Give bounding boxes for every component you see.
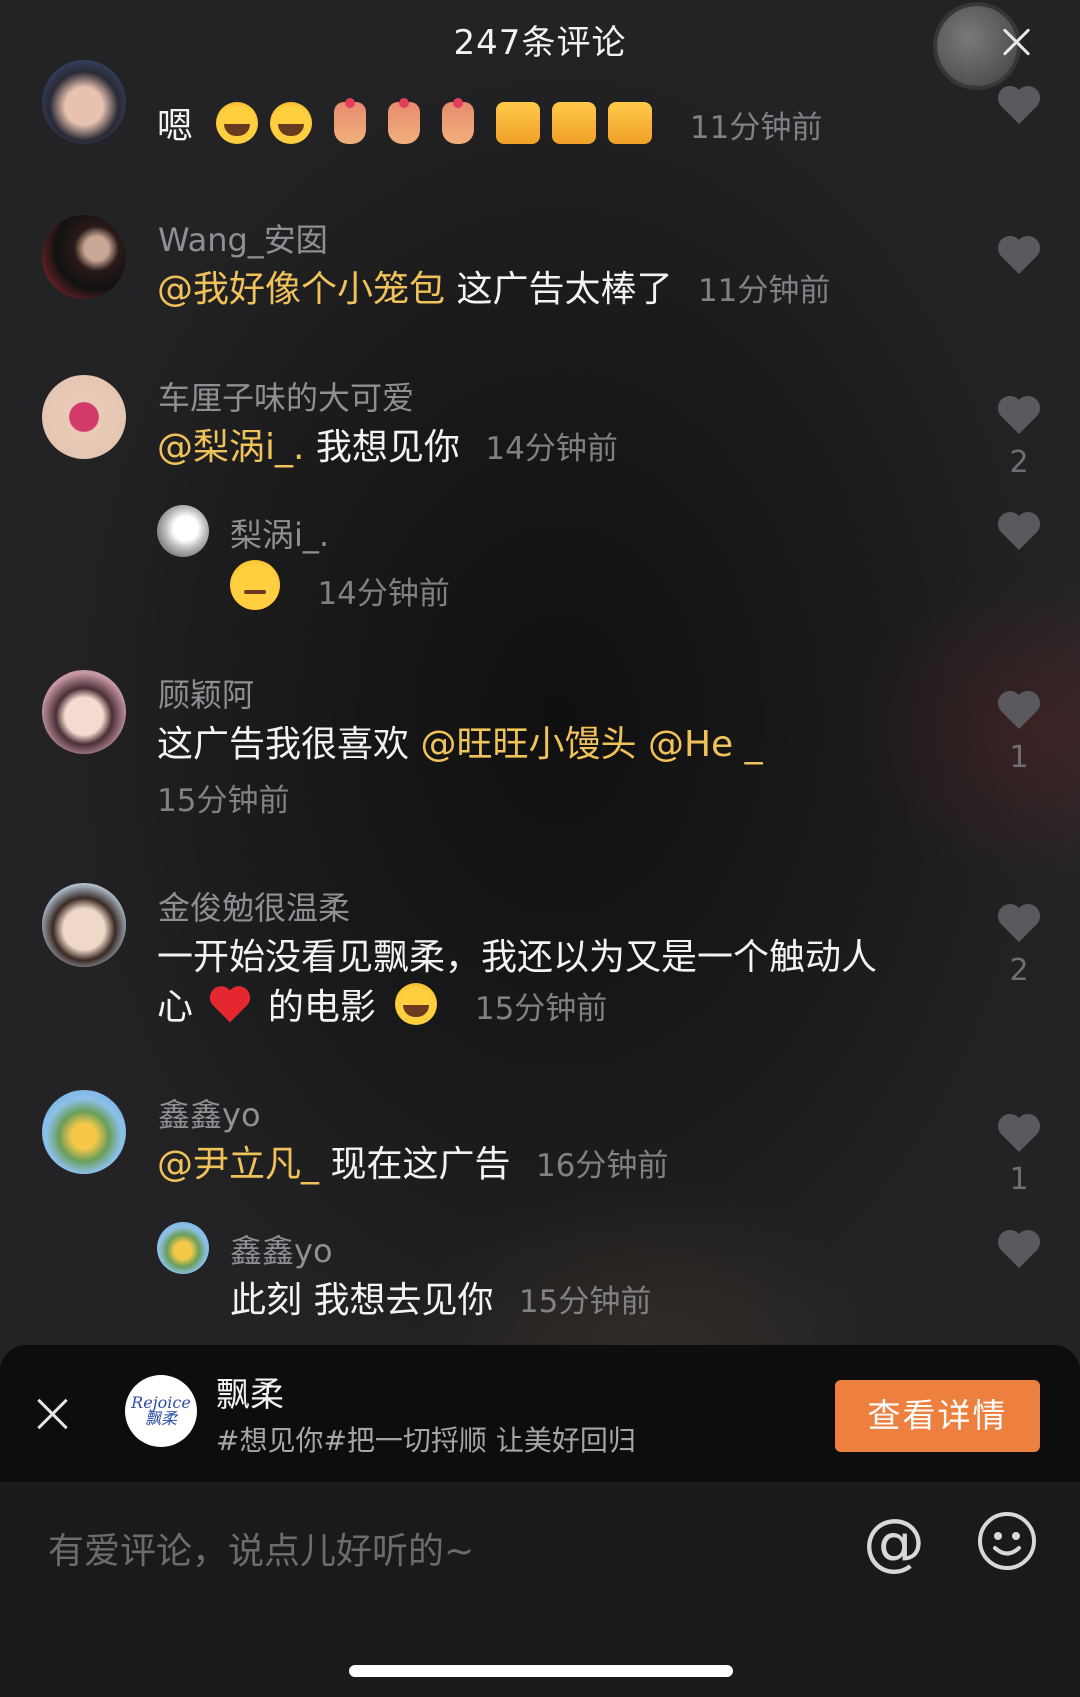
smirking-face-icon bbox=[230, 560, 280, 610]
heart-icon[interactable] bbox=[995, 687, 1043, 731]
hand-with-heart-icon bbox=[442, 98, 475, 144]
ad-brand-name[interactable]: 飘柔 bbox=[216, 1367, 284, 1416]
hand-with-heart-icon bbox=[388, 98, 421, 144]
comment-text: 嗯 11分钟前 bbox=[157, 98, 823, 153]
comment-input[interactable]: 有爱评论，说点儿好听的~ bbox=[48, 1522, 474, 1574]
reply-text: 14分钟前 bbox=[230, 560, 450, 619]
ad-banner[interactable]: Rejoice 飘柔 飘柔 #想见你#把一切捋顺 让美好回归 查看详情 bbox=[0, 1345, 1080, 1482]
heart-icon[interactable] bbox=[995, 82, 1043, 126]
commenter-name[interactable]: 金俊勉很温柔 bbox=[158, 883, 350, 929]
heart-icon[interactable] bbox=[995, 392, 1043, 436]
avatar[interactable] bbox=[42, 1090, 126, 1174]
comment-text: @梨涡i_. 我想见你 14分钟前 bbox=[157, 423, 618, 474]
avatar[interactable] bbox=[42, 670, 126, 754]
like-count: 2 bbox=[1009, 445, 1029, 480]
reply-time: 15分钟前 bbox=[518, 1284, 652, 1320]
comment-text-body: 我想见你 bbox=[315, 427, 460, 468]
comment-text: 一开始没看见飘柔，我还以为又是一个触动人 bbox=[157, 937, 878, 978]
comment-text: 这广告我很喜欢 @旺旺小馒头 @He _ bbox=[157, 720, 763, 770]
close-icon[interactable] bbox=[997, 22, 1037, 62]
comment-text-body: 的电影 bbox=[267, 987, 376, 1028]
commenter-name[interactable]: 车厘子味的大可爱 bbox=[158, 373, 414, 419]
reply-time: 14分钟前 bbox=[317, 576, 450, 612]
avatar[interactable] bbox=[42, 883, 126, 967]
comment-time: 15分钟前 bbox=[157, 783, 290, 819]
comment-text-body: 嗯 bbox=[157, 106, 194, 147]
at-mention-icon[interactable]: @ bbox=[860, 1508, 928, 1576]
commenter-name[interactable]: 鑫鑫yo bbox=[158, 1090, 261, 1136]
brand-logo[interactable]: Rejoice 飘柔 bbox=[125, 1375, 197, 1447]
comment-text-body: 这广告我很喜欢 bbox=[157, 724, 410, 765]
comment-time: 11分钟前 bbox=[689, 110, 823, 146]
avatar[interactable] bbox=[42, 375, 126, 459]
comment-text-body: 现在这广告 bbox=[330, 1144, 511, 1185]
like-count: 1 bbox=[1009, 1162, 1029, 1197]
reply-avatar[interactable] bbox=[157, 505, 209, 557]
mention-link[interactable]: @He _ bbox=[648, 724, 763, 765]
brand-logo-text: Rejoice 飘柔 bbox=[131, 1393, 191, 1428]
heart-icon[interactable] bbox=[995, 1110, 1043, 1154]
reply-text: 此刻 我想去见你 15分钟前 bbox=[230, 1276, 651, 1327]
reply-avatar[interactable] bbox=[157, 1222, 209, 1274]
heart-icon[interactable] bbox=[995, 900, 1043, 944]
ad-description: #想见你#把一切捋顺 让美好回归 bbox=[216, 1424, 636, 1457]
reply-text-body: 此刻 我想去见你 bbox=[230, 1280, 494, 1321]
thumbs-up-icon bbox=[496, 102, 541, 144]
comment-input-bar: 有爱评论，说点儿好听的~ @ bbox=[0, 1482, 1080, 1697]
red-heart-icon bbox=[210, 986, 251, 1023]
hand-with-heart-icon bbox=[334, 98, 367, 144]
comment-text-line2: 心 的电影 15分钟前 bbox=[157, 983, 607, 1034]
home-indicator[interactable] bbox=[349, 1665, 733, 1677]
mention-link[interactable]: @我好像个小笼包 bbox=[157, 269, 445, 310]
commenter-name[interactable]: 顾颖阿 bbox=[158, 670, 254, 716]
ad-close-icon[interactable] bbox=[36, 1397, 70, 1431]
heart-icon[interactable] bbox=[995, 232, 1043, 276]
comment-time: 16分钟前 bbox=[535, 1148, 669, 1184]
view-details-button[interactable]: 查看详情 bbox=[835, 1380, 1040, 1452]
face-with-tears-of-joy-icon bbox=[395, 983, 438, 1025]
mention-link[interactable]: @梨涡i_. bbox=[157, 427, 304, 468]
emoji-picker-icon[interactable] bbox=[976, 1510, 1038, 1572]
thumbs-up-icon bbox=[552, 102, 597, 144]
reply-commenter-name[interactable]: 梨涡i_. bbox=[230, 510, 329, 556]
comment-time: 14分钟前 bbox=[485, 431, 618, 467]
heart-icon[interactable] bbox=[995, 1226, 1043, 1270]
thumbs-up-icon bbox=[608, 102, 653, 144]
commenter-name[interactable]: Wang_安囡 bbox=[158, 215, 328, 261]
comment-text: @我好像个小笼包 这广告太棒了 11分钟前 bbox=[157, 265, 830, 316]
like-count: 1 bbox=[1009, 740, 1029, 775]
comment-text: @尹立凡_ 现在这广告 16分钟前 bbox=[157, 1140, 668, 1191]
comment-time: 15分钟前 bbox=[474, 991, 608, 1027]
comment-time-line: 15分钟前 bbox=[157, 775, 289, 826]
face-with-tears-of-joy-icon bbox=[216, 102, 259, 144]
face-with-tears-of-joy-icon bbox=[270, 102, 313, 144]
reply-commenter-name[interactable]: 鑫鑫yo bbox=[230, 1226, 333, 1272]
like-count: 2 bbox=[1009, 953, 1029, 988]
mention-link[interactable]: @旺旺小馒头 bbox=[420, 724, 636, 765]
mention-link[interactable]: @尹立凡_ bbox=[157, 1144, 319, 1185]
close-panel-button[interactable] bbox=[925, 0, 1035, 95]
comment-text-body: 这广告太棒了 bbox=[456, 269, 673, 310]
heart-icon[interactable] bbox=[995, 508, 1043, 552]
avatar[interactable] bbox=[42, 215, 126, 299]
avatar[interactable] bbox=[42, 60, 126, 144]
comment-text-body: 心 bbox=[157, 987, 194, 1028]
comment-count-title: 247条评论 bbox=[453, 23, 627, 63]
comment-time: 11分钟前 bbox=[697, 273, 831, 309]
